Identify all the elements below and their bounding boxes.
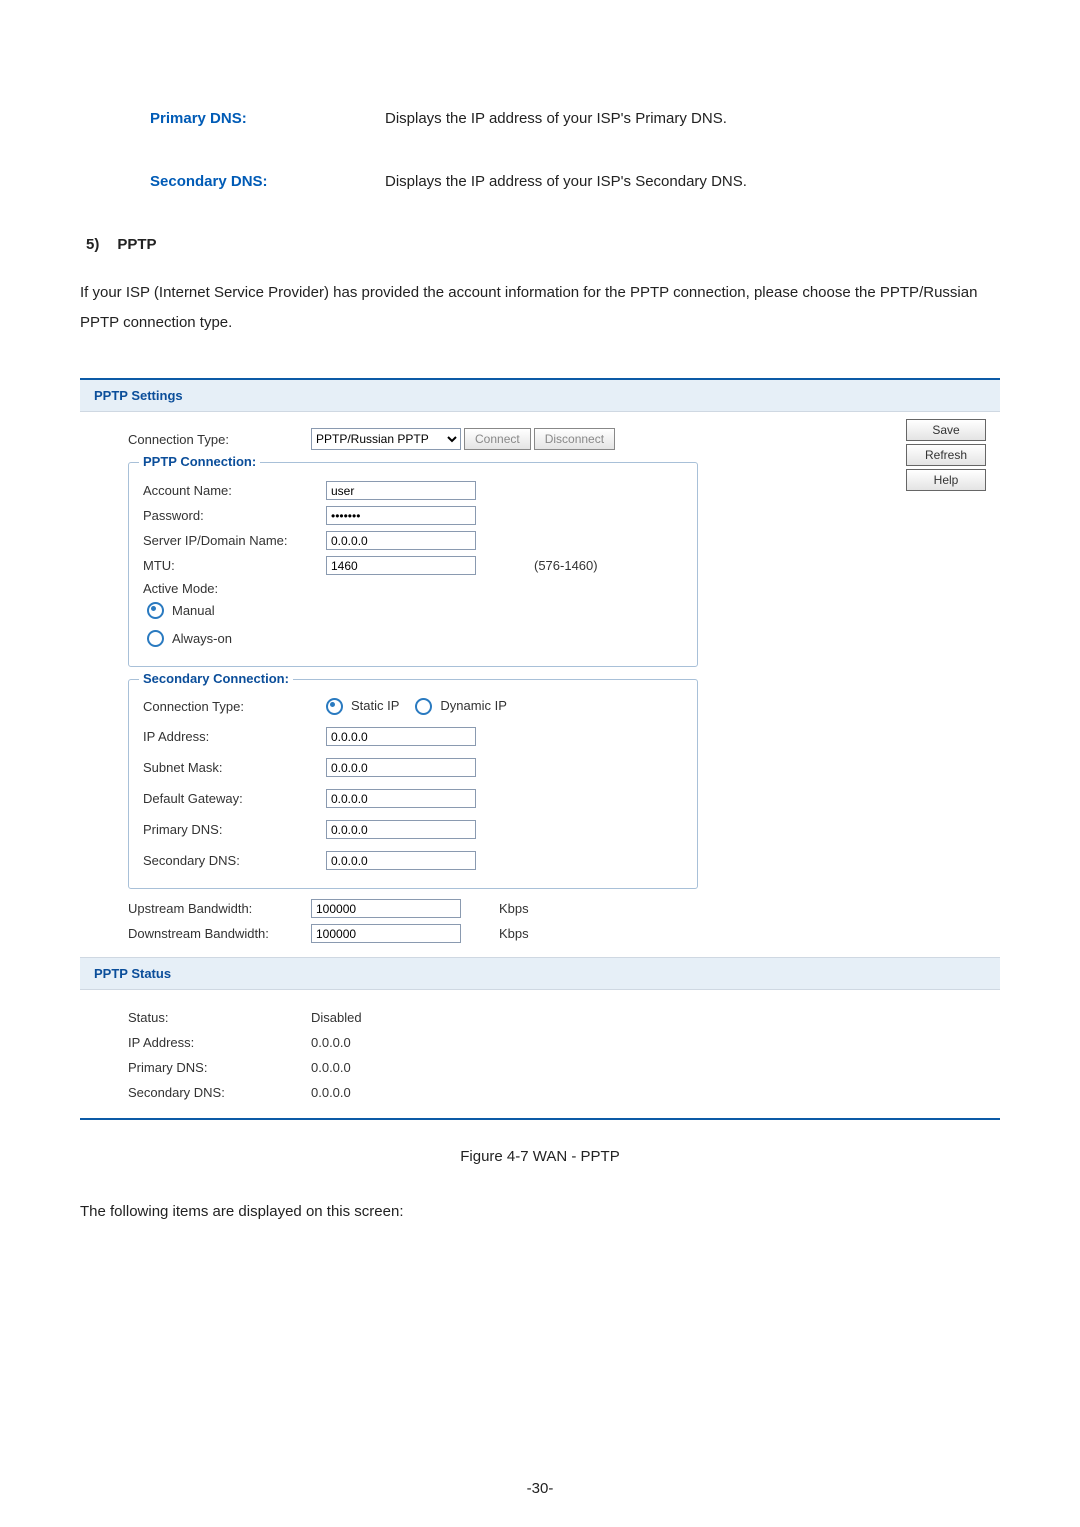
account-name-label: Account Name: (143, 483, 326, 498)
secondary-connection-title: Secondary Connection: (139, 671, 293, 686)
active-mode-label: Active Mode: (143, 581, 326, 596)
intro-paragraph: If your ISP (Internet Service Provider) … (80, 278, 1000, 338)
sec-connection-type-label: Connection Type: (143, 699, 326, 714)
secondary-dns-label: Secondary DNS: (143, 853, 326, 868)
connection-type-label: Connection Type: (128, 432, 311, 447)
primary-dns-label: Primary DNS: (143, 822, 326, 837)
status-value: Disabled (311, 1010, 362, 1025)
panel-title-settings: PPTP Settings (80, 380, 1000, 412)
mtu-label: MTU: (143, 558, 326, 573)
subnet-mask-label: Subnet Mask: (143, 760, 326, 775)
kbps-label: Kbps (499, 926, 529, 941)
disconnect-button[interactable]: Disconnect (534, 428, 615, 450)
server-input[interactable] (326, 531, 476, 550)
upstream-bw-label: Upstream Bandwidth: (128, 901, 311, 916)
connect-button[interactable]: Connect (464, 428, 531, 450)
panel-title-status: PPTP Status (80, 957, 1000, 990)
radio-unselected-icon (415, 698, 432, 715)
page-number: -30- (0, 1480, 1080, 1497)
pptp-settings-screenshot: PPTP Settings Save Refresh Help Connecti… (80, 378, 1000, 1120)
radio-static-ip[interactable]: Static IP (326, 698, 399, 715)
def-term-primary-dns: Primary DNS: (150, 110, 385, 127)
radio-always-on[interactable]: Always-on (147, 630, 232, 647)
status-ip-value: 0.0.0.0 (311, 1035, 351, 1050)
pptp-connection-title: PPTP Connection: (139, 454, 260, 469)
upstream-bw-input[interactable] (311, 899, 461, 918)
subnet-mask-input[interactable] (326, 758, 476, 777)
secondary-dns-input[interactable] (326, 851, 476, 870)
def-desc-secondary-dns: Displays the IP address of your ISP's Se… (385, 173, 1000, 190)
save-button[interactable]: Save (906, 419, 986, 441)
downstream-bw-input[interactable] (311, 924, 461, 943)
primary-dns-input[interactable] (326, 820, 476, 839)
server-label: Server IP/Domain Name: (143, 533, 326, 548)
status-label: Status: (128, 1010, 311, 1025)
status-primary-dns-value: 0.0.0.0 (311, 1060, 351, 1075)
connection-type-select[interactable]: PPTP/Russian PPTP (311, 428, 461, 450)
radio-selected-icon (147, 602, 164, 619)
def-desc-primary-dns: Displays the IP address of your ISP's Pr… (385, 110, 1000, 127)
figure-caption: Figure 4-7 WAN - PPTP (80, 1148, 1000, 1165)
default-gateway-input[interactable] (326, 789, 476, 808)
ip-address-input[interactable] (326, 727, 476, 746)
status-secondary-dns-label: Secondary DNS: (128, 1085, 311, 1100)
status-primary-dns-label: Primary DNS: (128, 1060, 311, 1075)
downstream-bw-label: Downstream Bandwidth: (128, 926, 311, 941)
mtu-range: (576-1460) (534, 558, 598, 573)
refresh-button[interactable]: Refresh (906, 444, 986, 466)
radio-selected-icon (326, 698, 343, 715)
account-name-input[interactable] (326, 481, 476, 500)
section-heading: 5)PPTP (86, 236, 1000, 253)
kbps-label: Kbps (499, 901, 529, 916)
password-label: Password: (143, 508, 326, 523)
closing-text: The following items are displayed on thi… (80, 1197, 1000, 1227)
status-ip-label: IP Address: (128, 1035, 311, 1050)
radio-unselected-icon (147, 630, 164, 647)
password-input[interactable] (326, 506, 476, 525)
ip-address-label: IP Address: (143, 729, 326, 744)
radio-dynamic-ip[interactable]: Dynamic IP (415, 698, 506, 715)
def-term-secondary-dns: Secondary DNS: (150, 173, 385, 190)
status-secondary-dns-value: 0.0.0.0 (311, 1085, 351, 1100)
radio-manual[interactable]: Manual (147, 602, 215, 619)
default-gateway-label: Default Gateway: (143, 791, 326, 806)
mtu-input[interactable] (326, 556, 476, 575)
help-button[interactable]: Help (906, 469, 986, 491)
